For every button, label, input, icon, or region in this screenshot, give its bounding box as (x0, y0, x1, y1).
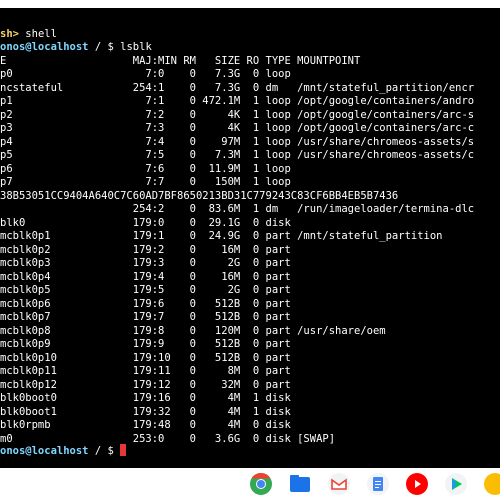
lsblk-row: mcblk0p7 179:7 0 512B 0 part (0, 311, 291, 323)
lsblk-row: p5 7:5 0 7.3M 1 loop /usr/share/chromeos… (0, 149, 475, 161)
lsblk-row: p6 7:6 0 11.9M 1 loop (0, 162, 291, 175)
lsblk-row: 254:2 0 83.6M 1 dm /run/imageloader/term… (0, 203, 475, 215)
shelf (0, 468, 500, 500)
prompt-symbol-2: $ (107, 445, 114, 457)
prompt-user: onos@localhost (0, 41, 89, 53)
prompt-user-2: onos@localhost (0, 445, 89, 457)
lsblk-row: p3 7:3 0 4K 1 loop /opt/google/container… (0, 122, 475, 134)
lsblk-row: p0 7:0 0 7.3G 0 loop (0, 68, 291, 80)
lsblk-row: mcblk0p8 179:8 0 120M 0 part /usr/share/… (0, 324, 386, 337)
prompt-line-1: onos@localhost / $ lsblk (0, 41, 152, 54)
crosh-command: shell (25, 28, 57, 40)
lsblk-row: 38B53051CC9404A640C7C60AD7BF8650213BD31C… (0, 189, 399, 202)
docs-icon[interactable] (366, 472, 390, 496)
lsblk-row: mcblk0p1 179:1 0 24.9G 0 part /mnt/state… (0, 230, 443, 242)
prompt-line-2[interactable]: onos@localhost / $ (0, 444, 127, 457)
command-text: lsblk (120, 41, 152, 53)
prompt-symbol: $ (107, 41, 114, 53)
lsblk-row: mcblk0p12 179:12 0 32M 0 part (0, 378, 291, 391)
lsblk-row: p1 7:1 0 472.1M 1 loop /opt/google/conta… (0, 95, 475, 107)
lsblk-row: ncstateful 254:1 0 7.3G 0 dm /mnt/statef… (0, 81, 475, 94)
lsblk-row: mcblk0p10 179:10 0 512B 0 part (0, 351, 291, 364)
gmail-icon[interactable] (327, 472, 351, 496)
lsblk-row: mcblk0p6 179:6 0 512B 0 part (0, 297, 291, 310)
play-store-icon[interactable] (444, 472, 468, 496)
youtube-icon[interactable] (405, 472, 429, 496)
text-cursor (120, 444, 127, 456)
top-strip (0, 0, 500, 8)
lsblk-row: mcblk0p4 179:4 0 16M 0 part (0, 270, 291, 283)
prompt-path-2: / (94, 445, 102, 457)
crosh-line: sh> shell (0, 28, 57, 41)
crosh-prompt: sh> (0, 28, 19, 40)
prompt-path: / (94, 41, 102, 53)
lsblk-row: blk0boot0 179:16 0 4M 1 disk (0, 392, 291, 404)
lsblk-row: blk0 179:0 0 29.1G 0 disk (0, 216, 291, 229)
lsblk-row: mcblk0p5 179:5 0 2G 0 part (0, 284, 291, 296)
lsblk-row: mcblk0p2 179:2 0 16M 0 part (0, 243, 291, 256)
lsblk-row: blk0boot1 179:32 0 4M 1 disk (0, 405, 291, 418)
lsblk-row: mcblk0p9 179:9 0 512B 0 part (0, 338, 291, 350)
lsblk-row: mcblk0p3 179:3 0 2G 0 part (0, 257, 291, 269)
lsblk-row: mcblk0p11 179:11 0 8M 0 part (0, 365, 291, 377)
lsblk-row: blk0rpmb 179:48 0 4M 0 disk (0, 419, 291, 431)
files-icon[interactable] (288, 472, 312, 496)
chrome-icon[interactable] (249, 472, 273, 496)
lsblk-row: p7 7:7 0 150M 1 loop (0, 176, 291, 188)
photos-icon[interactable] (483, 472, 500, 496)
lsblk-row: p4 7:4 0 97M 1 loop /usr/share/chromeos-… (0, 135, 475, 148)
lsblk-row: p2 7:2 0 4K 1 loop /opt/google/container… (0, 108, 475, 121)
terminal-window[interactable]: sh> shell onos@localhost / $ lsblk E MAJ… (0, 0, 500, 468)
lsblk-header: E MAJ:MIN RM SIZE RO TYPE MOUNTPOINT (0, 55, 361, 67)
